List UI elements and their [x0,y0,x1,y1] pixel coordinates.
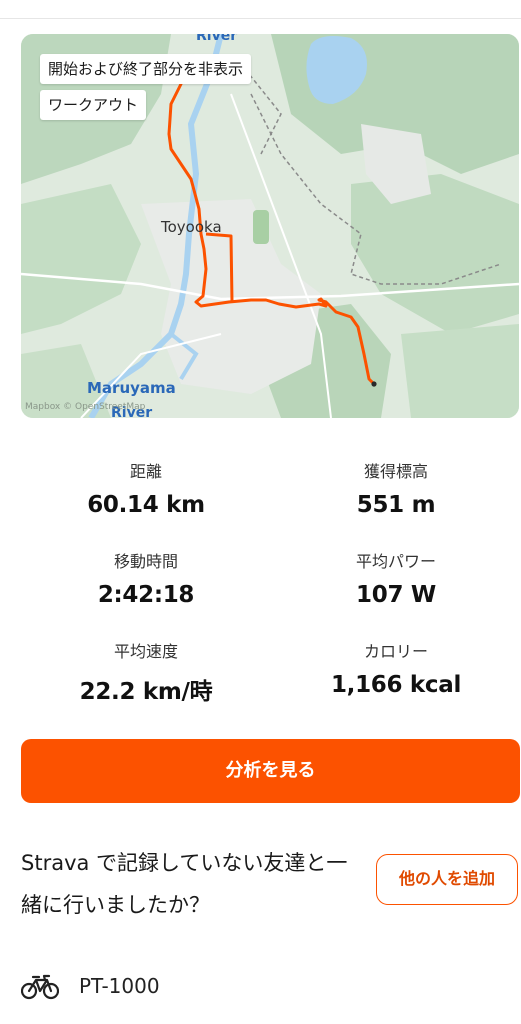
stat-value: 1,166 kcal [330,672,462,698]
stat-value: 2:42:18 [97,582,195,608]
workout-chip[interactable]: ワークアウト [40,90,147,120]
route-end-marker [371,381,377,387]
top-divider [0,18,521,19]
city-label: Toyooka [161,218,222,236]
stat-value: 551 m [356,492,436,518]
stat-label: 獲得標高 [363,462,428,481]
route-map[interactable]: River Toyooka Maruyama River Mapbox © Op… [21,34,519,418]
river-name-label: Maruyama [87,379,176,397]
view-analysis-button[interactable]: 分析を見る [21,739,520,803]
bike-icon [20,973,60,1005]
stat-label: 移動時間 [113,552,178,571]
stat-label: 平均パワー [355,552,436,571]
stat-average-speed: 平均速度 22.2 km/時 [26,638,266,706]
stat-label: 距離 [129,462,162,481]
gear-name: PT-1000 [79,974,160,998]
map-attribution: Mapbox © OpenStreetMap [25,402,146,412]
stat-value: 60.14 km [87,492,205,518]
stat-elevation-gain: 獲得標高 551 m [276,458,516,518]
stat-average-power: 平均パワー 107 W [276,548,516,608]
stat-value: 22.2 km/時 [79,679,213,705]
stat-calories: カロリー 1,166 kcal [276,638,516,698]
stat-value: 107 W [356,582,436,608]
stat-label: カロリー [363,642,428,661]
tag-friends-prompt: Strava で記録していない友達と一緒に行いましたか？ [21,851,348,917]
add-others-button[interactable]: 他の人を追加 [376,854,518,905]
stat-label: 平均速度 [113,642,178,661]
stat-distance: 距離 60.14 km [26,458,266,518]
hide-start-end-chip[interactable]: 開始および終了部分を非表示 [40,54,252,84]
river-label-top: River [196,34,238,44]
stat-moving-time: 移動時間 2:42:18 [26,548,266,608]
